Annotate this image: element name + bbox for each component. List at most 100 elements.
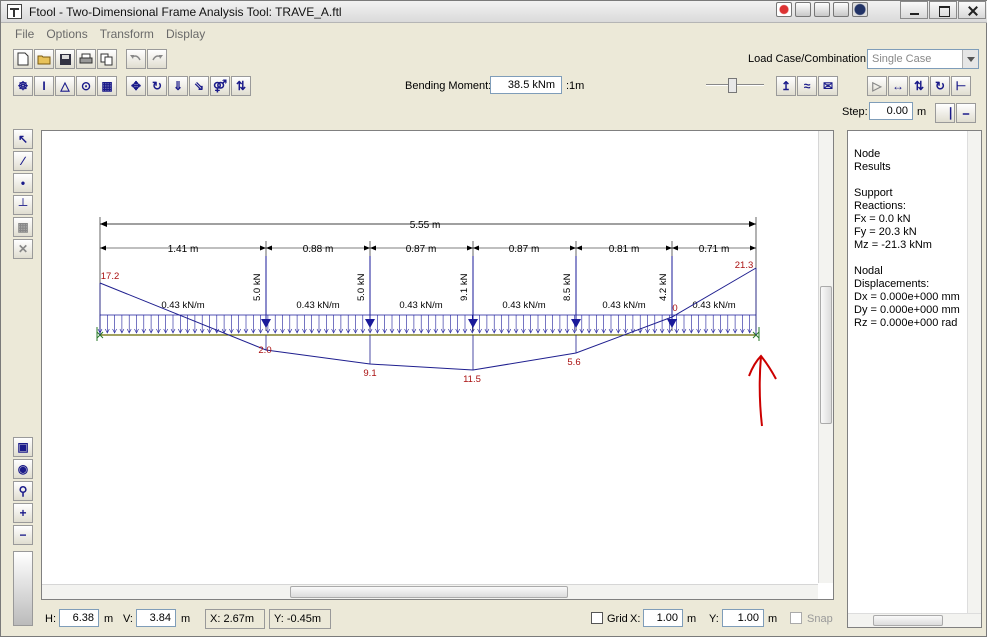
- moment-load-icon[interactable]: ↻: [147, 76, 167, 96]
- app-icon: [7, 4, 22, 19]
- zoom-window-icon[interactable]: ⚲: [13, 481, 33, 501]
- canvas-horizontal-scrollbar[interactable]: [42, 584, 818, 599]
- total-span-label: 5.55 m: [410, 220, 441, 231]
- hinge-icon[interactable]: ⊙: [76, 76, 96, 96]
- menu-bar: File Options Transform Display: [1, 24, 987, 44]
- zoom-out-icon[interactable]: −: [13, 525, 33, 545]
- canvas-vertical-scrollbar[interactable]: [818, 131, 833, 583]
- menu-transform[interactable]: Transform: [94, 24, 160, 44]
- drawing-canvas[interactable]: 5.55 m 1.41 m 0.88 m 0.87 m 0.87 m 0.81 …: [41, 130, 834, 600]
- delete-icon[interactable]: ✕: [13, 239, 33, 259]
- moment-value-label: 17.2: [101, 271, 120, 282]
- material-icon[interactable]: ▦: [97, 76, 117, 96]
- distributed-load-label: 0.43 kN/m: [399, 300, 442, 311]
- file-toolbar: [13, 47, 168, 71]
- section-icon[interactable]: I: [34, 76, 54, 96]
- point-load-label: 5.0 kN: [356, 273, 367, 301]
- zoom-toolbar: ▣ ◉ ⚲ + −: [13, 437, 34, 547]
- scale-slider[interactable]: [706, 78, 764, 93]
- reaction-icon[interactable]: ⇅: [909, 76, 929, 96]
- h-field[interactable]: 6.38: [59, 609, 99, 627]
- support-icon[interactable]: △: [55, 76, 75, 96]
- snap-checkbox[interactable]: [790, 612, 802, 624]
- close-button[interactable]: [958, 1, 986, 19]
- grid-icon[interactable]: ▦: [13, 217, 33, 237]
- bending-moment-field[interactable]: 38.5 kNm: [490, 76, 562, 94]
- step-field[interactable]: 0.00: [869, 102, 913, 120]
- open-folder-icon[interactable]: [34, 49, 54, 69]
- point-load-label: 9.1 kN: [459, 273, 470, 301]
- tool-icon[interactable]: [814, 2, 830, 17]
- new-file-icon[interactable]: [13, 49, 33, 69]
- app-window: Ftool - Two-Dimensional Frame Analysis T…: [0, 0, 987, 637]
- moment-value-label: 11.5: [463, 374, 481, 385]
- view-toolbar: ▷ ↔ ⇅ ↻ ⊢: [867, 74, 972, 98]
- window-controls: [899, 1, 986, 19]
- zoom-in-icon[interactable]: +: [13, 503, 33, 523]
- slider-thumb[interactable]: [728, 78, 737, 93]
- grid-y-unit: m: [768, 613, 778, 625]
- results-panel: Node Results Support Reactions: Fx = 0.0…: [847, 130, 982, 628]
- maximize-button[interactable]: [929, 1, 957, 19]
- linear-load-icon[interactable]: ⇘: [189, 76, 209, 96]
- frame-icon[interactable]: ☸: [13, 76, 33, 96]
- menu-display[interactable]: Display: [160, 24, 211, 44]
- select-pointer-icon[interactable]: ↖: [13, 129, 33, 149]
- moment-value-label: 2.0: [258, 345, 271, 356]
- globe-icon[interactable]: ◉: [13, 459, 33, 479]
- vertical-scroll-thumb[interactable]: [820, 286, 832, 424]
- result-toolbar: ↥ ≈ ✉: [776, 74, 839, 98]
- grid-x-field[interactable]: 1.00: [643, 609, 683, 627]
- copy-icon[interactable]: [97, 49, 117, 69]
- step-unit: m: [917, 106, 927, 118]
- globe-icon[interactable]: [852, 2, 868, 17]
- fit-screen-icon[interactable]: ▣: [13, 437, 33, 457]
- grid-checkbox[interactable]: [591, 612, 603, 624]
- results-scroll-thumb[interactable]: [873, 615, 943, 626]
- thermal-load-icon[interactable]: ⚤: [210, 76, 230, 96]
- record-icon[interactable]: [776, 2, 792, 17]
- grid-step-icon[interactable]: ⎹: [935, 103, 955, 123]
- span-label: 1.41 m: [168, 244, 199, 255]
- add-support-icon[interactable]: ┴: [13, 195, 33, 215]
- print-icon[interactable]: [76, 49, 96, 69]
- v-label: V:: [123, 613, 133, 625]
- window-title: Ftool - Two-Dimensional Frame Analysis T…: [29, 5, 342, 19]
- rotation-icon[interactable]: ↻: [930, 76, 950, 96]
- moment-value-label: 9.1: [363, 368, 376, 379]
- menu-options[interactable]: Options: [40, 24, 93, 44]
- x-coordinate: X: 2.67m: [205, 609, 265, 629]
- title-bar: Ftool - Two-Dimensional Frame Analysis T…: [1, 1, 987, 23]
- envelope-icon[interactable]: ✉: [818, 76, 838, 96]
- window-icon[interactable]: [833, 2, 849, 17]
- results-text: Node Results Support Reactions: Fx = 0.0…: [854, 148, 960, 329]
- horizontal-scroll-thumb[interactable]: [290, 586, 568, 598]
- distributed-load-label: 0.43 kN/m: [161, 300, 204, 311]
- point-load-label: 8.5 kN: [562, 273, 573, 301]
- v-field[interactable]: 3.84: [136, 609, 176, 627]
- axial-icon[interactable]: ▷: [867, 76, 887, 96]
- chevron-down-icon[interactable]: [962, 50, 978, 68]
- status-bar: H: 6.38 m V: 3.84 m X: 2.67m Y: -0.45m G…: [1, 604, 844, 634]
- grid-y-field[interactable]: 1.00: [722, 609, 764, 627]
- results-vertical-scrollbar[interactable]: [967, 131, 981, 613]
- undo-icon[interactable]: [126, 49, 146, 69]
- insert-node-icon[interactable]: •: [13, 173, 33, 193]
- nodal-force-icon[interactable]: ✥: [126, 76, 146, 96]
- deformed-shape-icon[interactable]: ≈: [797, 76, 817, 96]
- shear-icon[interactable]: ↔: [888, 76, 908, 96]
- moment-diagram-icon[interactable]: ↥: [776, 76, 796, 96]
- beam-icon[interactable]: ⊢: [951, 76, 971, 96]
- save-icon[interactable]: [55, 49, 75, 69]
- menu-file[interactable]: File: [9, 24, 40, 44]
- line-step-icon[interactable]: ⎯: [956, 103, 976, 123]
- load-case-select[interactable]: Single Case: [867, 49, 979, 69]
- results-horizontal-scrollbar[interactable]: [848, 613, 981, 627]
- moment-value-label: 0: [672, 303, 677, 314]
- uniform-load-icon[interactable]: ⇓: [168, 76, 188, 96]
- redo-icon[interactable]: [147, 49, 167, 69]
- displacement-load-icon[interactable]: ⇅: [231, 76, 251, 96]
- minimize-button[interactable]: [900, 1, 928, 19]
- draw-line-icon[interactable]: ∕: [13, 151, 33, 171]
- eye-icon[interactable]: [795, 2, 811, 17]
